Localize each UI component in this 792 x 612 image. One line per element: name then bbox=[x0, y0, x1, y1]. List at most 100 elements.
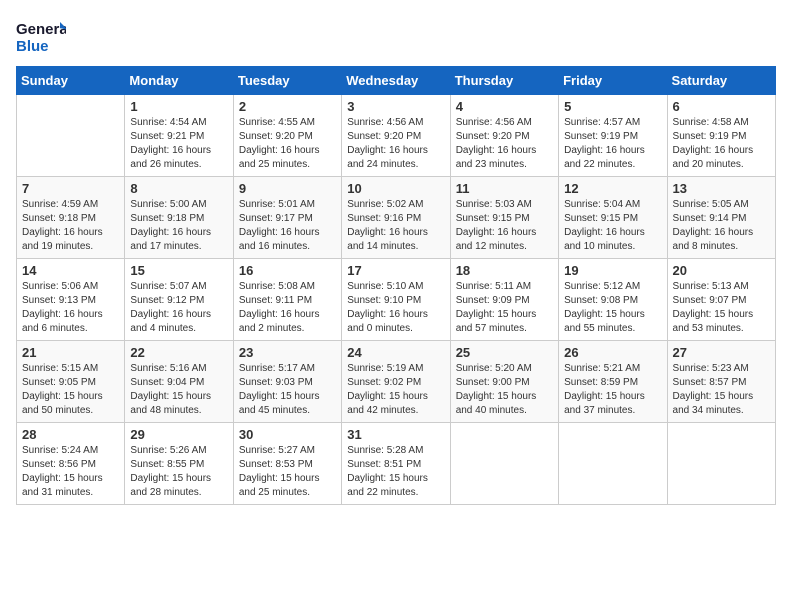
calendar-cell: 4 Sunrise: 4:56 AMSunset: 9:20 PMDaylight… bbox=[450, 95, 558, 177]
day-number: 25 bbox=[456, 345, 553, 360]
day-number: 23 bbox=[239, 345, 336, 360]
cell-info: Sunrise: 5:03 AMSunset: 9:15 PMDaylight:… bbox=[456, 198, 553, 254]
weekday-header-saturday: Saturday bbox=[667, 67, 775, 95]
cell-info: Sunrise: 5:02 AMSunset: 9:16 PMDaylight:… bbox=[347, 198, 444, 254]
calendar-cell: 10 Sunrise: 5:02 AMSunset: 9:16 PMDayligh… bbox=[342, 177, 450, 259]
svg-text:Blue: Blue bbox=[16, 38, 49, 55]
cell-info: Sunrise: 5:04 AMSunset: 9:15 PMDaylight:… bbox=[564, 198, 661, 254]
calendar-cell: 8 Sunrise: 5:00 AMSunset: 9:18 PMDaylight… bbox=[125, 177, 233, 259]
svg-text:General: General bbox=[16, 21, 66, 38]
calendar-cell: 25Sunrise: 5:20 AMSunset: 9:00 PMDayligh… bbox=[450, 341, 558, 423]
calendar-cell: 15 Sunrise: 5:07 AMSunset: 9:12 PMDayligh… bbox=[125, 259, 233, 341]
day-number: 29 bbox=[130, 427, 227, 442]
cell-info: Sunrise: 5:06 AMSunset: 9:13 PMDaylight:… bbox=[22, 280, 119, 336]
calendar-cell: 29Sunrise: 5:26 AMSunset: 8:55 PMDayligh… bbox=[125, 423, 233, 505]
day-number: 1 bbox=[130, 99, 227, 114]
calendar-cell bbox=[559, 423, 667, 505]
cell-info: Sunrise: 4:59 AMSunset: 9:18 PMDaylight:… bbox=[22, 198, 119, 254]
calendar-cell: 19Sunrise: 5:12 AMSunset: 9:08 PMDayligh… bbox=[559, 259, 667, 341]
cell-info: Sunrise: 5:28 AMSunset: 8:51 PMDaylight:… bbox=[347, 444, 444, 500]
day-number: 12 bbox=[564, 181, 661, 196]
cell-info: Sunrise: 5:19 AMSunset: 9:02 PMDaylight:… bbox=[347, 362, 444, 418]
calendar-cell: 2 Sunrise: 4:55 AMSunset: 9:20 PMDaylight… bbox=[233, 95, 341, 177]
calendar-cell: 14 Sunrise: 5:06 AMSunset: 9:13 PMDayligh… bbox=[17, 259, 125, 341]
calendar-cell: 21 Sunrise: 5:15 AMSunset: 9:05 PMDayligh… bbox=[17, 341, 125, 423]
cell-info: Sunrise: 5:00 AMSunset: 9:18 PMDaylight:… bbox=[130, 198, 227, 254]
calendar-cell: 12 Sunrise: 5:04 AMSunset: 9:15 PMDayligh… bbox=[559, 177, 667, 259]
cell-info: Sunrise: 5:01 AMSunset: 9:17 PMDaylight:… bbox=[239, 198, 336, 254]
calendar-cell: 5 Sunrise: 4:57 AMSunset: 9:19 PMDaylight… bbox=[559, 95, 667, 177]
day-number: 20 bbox=[673, 263, 770, 278]
day-number: 7 bbox=[22, 181, 119, 196]
day-number: 8 bbox=[130, 181, 227, 196]
calendar-week-5: 28 Sunrise: 5:24 AMSunset: 8:56 PMDayligh… bbox=[17, 423, 776, 505]
calendar-header-row: SundayMondayTuesdayWednesdayThursdayFrid… bbox=[17, 67, 776, 95]
cell-info: Sunrise: 5:08 AMSunset: 9:11 PMDaylight:… bbox=[239, 280, 336, 336]
calendar-cell: 7 Sunrise: 4:59 AMSunset: 9:18 PMDaylight… bbox=[17, 177, 125, 259]
calendar-cell: 13 Sunrise: 5:05 AMSunset: 9:14 PMDayligh… bbox=[667, 177, 775, 259]
calendar-cell: 24 Sunrise: 5:19 AMSunset: 9:02 PMDayligh… bbox=[342, 341, 450, 423]
calendar-cell: 22Sunrise: 5:16 AMSunset: 9:04 PMDayligh… bbox=[125, 341, 233, 423]
day-number: 22 bbox=[130, 345, 227, 360]
day-number: 2 bbox=[239, 99, 336, 114]
cell-info: Sunrise: 5:07 AMSunset: 9:12 PMDaylight:… bbox=[130, 280, 227, 336]
weekday-header-sunday: Sunday bbox=[17, 67, 125, 95]
cell-info: Sunrise: 5:24 AMSunset: 8:56 PMDaylight:… bbox=[22, 444, 119, 500]
day-number: 14 bbox=[22, 263, 119, 278]
cell-info: Sunrise: 4:56 AMSunset: 9:20 PMDaylight:… bbox=[347, 116, 444, 172]
day-number: 27 bbox=[673, 345, 770, 360]
weekday-header-thursday: Thursday bbox=[450, 67, 558, 95]
cell-info: Sunrise: 4:56 AMSunset: 9:20 PMDaylight:… bbox=[456, 116, 553, 172]
day-number: 4 bbox=[456, 99, 553, 114]
day-number: 6 bbox=[673, 99, 770, 114]
day-number: 18 bbox=[456, 263, 553, 278]
day-number: 21 bbox=[22, 345, 119, 360]
cell-info: Sunrise: 4:54 AMSunset: 9:21 PMDaylight:… bbox=[130, 116, 227, 172]
calendar-cell: 18Sunrise: 5:11 AMSunset: 9:09 PMDayligh… bbox=[450, 259, 558, 341]
cell-info: Sunrise: 4:57 AMSunset: 9:19 PMDaylight:… bbox=[564, 116, 661, 172]
day-number: 15 bbox=[130, 263, 227, 278]
logo-svg: General Blue bbox=[16, 16, 66, 58]
calendar-week-2: 7 Sunrise: 4:59 AMSunset: 9:18 PMDaylight… bbox=[17, 177, 776, 259]
day-number: 5 bbox=[564, 99, 661, 114]
calendar-cell: 23 Sunrise: 5:17 AMSunset: 9:03 PMDayligh… bbox=[233, 341, 341, 423]
calendar-week-1: 1 Sunrise: 4:54 AMSunset: 9:21 PMDaylight… bbox=[17, 95, 776, 177]
calendar-cell: 1 Sunrise: 4:54 AMSunset: 9:21 PMDaylight… bbox=[125, 95, 233, 177]
cell-info: Sunrise: 5:13 AMSunset: 9:07 PMDaylight:… bbox=[673, 280, 770, 336]
calendar-cell: 17 Sunrise: 5:10 AMSunset: 9:10 PMDayligh… bbox=[342, 259, 450, 341]
cell-info: Sunrise: 5:23 AMSunset: 8:57 PMDaylight:… bbox=[673, 362, 770, 418]
cell-info: Sunrise: 5:17 AMSunset: 9:03 PMDaylight:… bbox=[239, 362, 336, 418]
day-number: 13 bbox=[673, 181, 770, 196]
calendar-cell: 30 Sunrise: 5:27 AMSunset: 8:53 PMDayligh… bbox=[233, 423, 341, 505]
weekday-header-monday: Monday bbox=[125, 67, 233, 95]
cell-info: Sunrise: 5:05 AMSunset: 9:14 PMDaylight:… bbox=[673, 198, 770, 254]
day-number: 30 bbox=[239, 427, 336, 442]
page-header: General Blue bbox=[16, 16, 776, 58]
calendar-cell: 16 Sunrise: 5:08 AMSunset: 9:11 PMDayligh… bbox=[233, 259, 341, 341]
cell-info: Sunrise: 5:27 AMSunset: 8:53 PMDaylight:… bbox=[239, 444, 336, 500]
calendar-cell: 31 Sunrise: 5:28 AMSunset: 8:51 PMDayligh… bbox=[342, 423, 450, 505]
day-number: 3 bbox=[347, 99, 444, 114]
calendar-cell: 26 Sunrise: 5:21 AMSunset: 8:59 PMDayligh… bbox=[559, 341, 667, 423]
calendar-cell: 20 Sunrise: 5:13 AMSunset: 9:07 PMDayligh… bbox=[667, 259, 775, 341]
day-number: 17 bbox=[347, 263, 444, 278]
day-number: 19 bbox=[564, 263, 661, 278]
cell-info: Sunrise: 5:21 AMSunset: 8:59 PMDaylight:… bbox=[564, 362, 661, 418]
day-number: 24 bbox=[347, 345, 444, 360]
day-number: 11 bbox=[456, 181, 553, 196]
day-number: 31 bbox=[347, 427, 444, 442]
calendar-cell: 3 Sunrise: 4:56 AMSunset: 9:20 PMDaylight… bbox=[342, 95, 450, 177]
cell-info: Sunrise: 5:10 AMSunset: 9:10 PMDaylight:… bbox=[347, 280, 444, 336]
cell-info: Sunrise: 5:15 AMSunset: 9:05 PMDaylight:… bbox=[22, 362, 119, 418]
day-number: 16 bbox=[239, 263, 336, 278]
calendar-cell: 11 Sunrise: 5:03 AMSunset: 9:15 PMDayligh… bbox=[450, 177, 558, 259]
calendar-cell bbox=[17, 95, 125, 177]
weekday-header-wednesday: Wednesday bbox=[342, 67, 450, 95]
day-number: 26 bbox=[564, 345, 661, 360]
calendar-cell bbox=[450, 423, 558, 505]
cell-info: Sunrise: 4:55 AMSunset: 9:20 PMDaylight:… bbox=[239, 116, 336, 172]
day-number: 28 bbox=[22, 427, 119, 442]
day-number: 10 bbox=[347, 181, 444, 196]
calendar-table: SundayMondayTuesdayWednesdayThursdayFrid… bbox=[16, 66, 776, 505]
weekday-header-friday: Friday bbox=[559, 67, 667, 95]
